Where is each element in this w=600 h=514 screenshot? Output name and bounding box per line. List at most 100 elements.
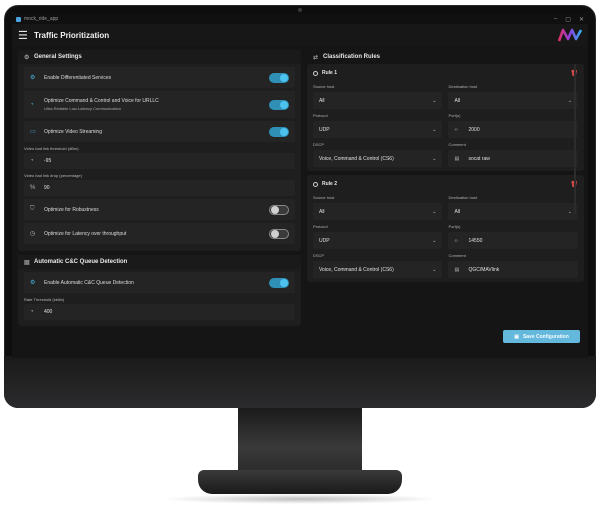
robustness-row: ⛉ Optimize for Robustness <box>24 199 295 220</box>
gear-icon: ⚙ <box>30 280 36 286</box>
dest-host-label: Destination host <box>448 84 478 89</box>
comment-input[interactable]: ▤ socat raw <box>448 150 578 167</box>
protocol-value: UDP <box>318 237 330 244</box>
classification-rules-title: Classification Rules <box>322 54 381 60</box>
page-title: Traffic Prioritization <box>34 30 110 40</box>
chevron-down-icon: ⌄ <box>432 97 437 104</box>
chevron-down-icon: ⌄ <box>567 97 572 104</box>
speed-icon: ◔ <box>30 101 34 108</box>
protocol-select[interactable]: UDP ⌄ <box>312 121 443 138</box>
dscp-select[interactable]: Voice, Command & Control (CS6) ⌄ <box>312 261 443 278</box>
window-title: mock_ride_app <box>24 16 59 22</box>
rules-icon: ⇄ <box>312 54 319 61</box>
source-host-label: Source host <box>312 84 335 89</box>
window-titlebar: mock_ride_app – ▢ ✕ <box>12 14 588 24</box>
percent-icon: % <box>30 185 36 191</box>
diffserv-label: Enable Differentiated Services <box>44 74 112 81</box>
chevron-down-icon: ⌄ <box>432 126 437 133</box>
queue-enable-toggle[interactable] <box>268 277 289 288</box>
protocol-label: Protocol <box>312 224 328 229</box>
maximize-button[interactable]: ▢ <box>565 16 571 23</box>
urllc-row: ◔ Optimize Command & Control and Voice f… <box>24 91 295 118</box>
radio-icon <box>312 70 318 76</box>
urllc-toggle[interactable] <box>268 99 289 110</box>
minimize-button[interactable]: – <box>554 16 557 23</box>
rule-header: Rule 1 🗑 <box>307 66 584 80</box>
drop-label: Video bad link drop (percentage) <box>24 173 82 178</box>
video-toggle[interactable] <box>268 126 289 137</box>
dscp-value: Voice, Command & Control (CS6) <box>318 266 394 273</box>
gear-icon: ⚙ <box>30 75 36 81</box>
monitor-chin <box>4 356 596 408</box>
ports-input[interactable]: ‹› 14550 <box>448 232 578 249</box>
classification-rules-header: ⇄ Classification Rules <box>306 50 584 64</box>
shield-icon: ⛉ <box>30 206 35 212</box>
right-column: ⇄ Classification Rules Rule 1 🗑 Source h… <box>306 50 584 330</box>
code-icon: ‹› <box>454 237 458 244</box>
video-label: Optimize Video Streaming <box>44 128 102 135</box>
source-host-select[interactable]: All ⌄ <box>312 92 443 109</box>
monitor-stand-neck <box>238 408 362 474</box>
source-host-select[interactable]: All ⌄ <box>312 203 443 220</box>
general-settings-header: ⚙ General Settings <box>18 50 301 64</box>
dest-host-select[interactable]: All ⌄ <box>448 203 578 220</box>
chevron-down-icon: ⌄ <box>432 155 437 162</box>
ports-label: Port(s) <box>448 224 461 229</box>
dscp-value: Voice, Command & Control (CS6) <box>318 155 394 162</box>
robustness-toggle[interactable] <box>268 204 289 215</box>
queue-detection-header: ▤ Automatic C&C Queue Detection <box>18 255 301 269</box>
queue-enable-row: ⚙ Enable Automatic C&C Queue Detection <box>24 272 295 293</box>
dscp-select[interactable]: Voice, Command & Control (CS6) ⌄ <box>312 150 443 167</box>
brand-logo <box>558 28 582 42</box>
protocol-select[interactable]: UDP ⌄ <box>312 232 443 249</box>
comment-input[interactable]: ▤ QGC/MAVlink <box>448 261 578 278</box>
gauge-icon: ◔ <box>30 158 34 164</box>
save-configuration-label: Save Configuration <box>522 333 569 340</box>
diffserv-row: ⚙ Enable Differentiated Services <box>24 67 295 88</box>
latency-row: ◷ Optimize for Latency over throughput <box>24 223 295 244</box>
dest-host-select[interactable]: All ⌄ <box>448 92 578 109</box>
drop-value: 90 <box>44 185 50 191</box>
chevron-down-icon: ⌄ <box>432 208 437 215</box>
hamburger-menu-icon[interactable]: ☰ <box>18 29 30 42</box>
chevron-down-icon: ⌄ <box>567 208 572 215</box>
sliders-icon: ⚙ <box>24 54 30 61</box>
close-button[interactable]: ✕ <box>579 16 584 23</box>
gauge-icon: ◔ <box>30 309 34 315</box>
app-screen: mock_ride_app – ▢ ✕ ☰ Traffic Prioritiza… <box>12 14 588 358</box>
monitor-stand-base <box>198 470 402 494</box>
rule-card: Rule 1 🗑 Source host All ⌄ Destination ho… <box>306 64 584 171</box>
urllc-sublabel: Ultra-Reliable Low-Latency Communication <box>44 106 121 111</box>
protocol-label: Protocol <box>312 113 328 118</box>
scrollbar[interactable] <box>574 64 576 214</box>
window-controls: – ▢ ✕ <box>554 16 584 23</box>
queue-detection-card: ▤ Automatic C&C Queue Detection ⚙ Enable… <box>18 255 301 326</box>
rule-name: Rule 1 <box>321 70 337 76</box>
radio-icon <box>312 181 318 187</box>
rate-threshold-input[interactable]: ◔ 400 <box>24 304 295 320</box>
dest-host-label: Destination host <box>448 195 478 200</box>
ports-label: Port(s) <box>448 113 461 118</box>
latency-label: Optimize for Latency over throughput <box>44 230 127 237</box>
left-column: ⚙ General Settings ⚙ Enable Differentiat… <box>18 50 301 330</box>
dscp-label: DSCP <box>312 253 325 258</box>
dscp-label: DSCP <box>312 142 325 147</box>
ports-input[interactable]: ‹› 2000 <box>448 121 578 138</box>
dest-host-value: All <box>454 208 461 215</box>
ports-value: 14550 <box>468 237 483 244</box>
chevron-down-icon: ⌄ <box>432 266 437 273</box>
video-row: ▭ Optimize Video Streaming <box>24 121 295 142</box>
comment-icon: ▤ <box>454 155 460 162</box>
save-icon: ▣ <box>514 333 519 340</box>
drop-input[interactable]: % 90 <box>24 180 295 196</box>
robustness-label: Optimize for Robustness <box>44 206 99 213</box>
latency-toggle[interactable] <box>268 228 289 239</box>
queue-icon: ▤ <box>24 259 30 266</box>
save-configuration-button[interactable]: ▣ Save Configuration <box>503 330 580 343</box>
comment-label: Comment <box>448 253 466 258</box>
queue-enable-label: Enable Automatic C&C Queue Detection <box>44 279 134 286</box>
threshold-input[interactable]: ◔ -95 <box>24 153 295 169</box>
diffserv-toggle[interactable] <box>268 72 289 83</box>
source-host-value: All <box>318 208 325 215</box>
rule-name: Rule 2 <box>321 181 337 187</box>
